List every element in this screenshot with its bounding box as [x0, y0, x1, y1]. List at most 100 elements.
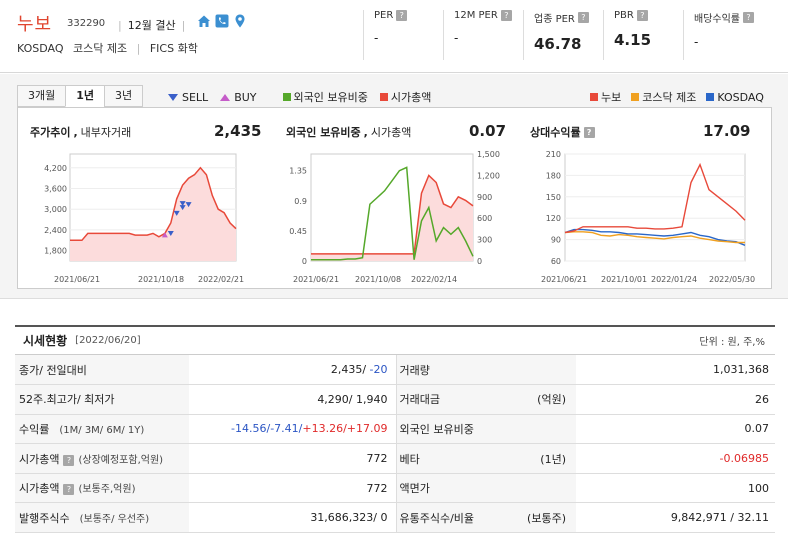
metric-value: - [454, 31, 459, 45]
stock-code: 332290 [67, 18, 106, 29]
sector-label: 코스닥 제조 [73, 42, 128, 55]
row-label: 52주.최고가/ 최저가 [15, 384, 189, 415]
legend-swatch [706, 92, 715, 101]
stock-name: 누보 [17, 14, 53, 35]
row-label: 종가/ 전일대비 [15, 355, 189, 386]
x-tick-label: 2021/10/01 [601, 275, 647, 284]
legend-foreign: 외국인 보유비중 [282, 89, 368, 105]
legend-nubo: 누보 [590, 89, 621, 105]
help-icon[interactable]: ? [63, 484, 75, 496]
x-tick-label: 2022/05/30 [709, 275, 755, 284]
metric-12m-per: 12M PER? - [443, 10, 523, 60]
tab-3y[interactable]: 3년 [104, 85, 144, 107]
row-value-2: 0.07 [576, 414, 775, 445]
plot-frame [564, 153, 746, 262]
y-tick-label: 2,400 [44, 226, 67, 235]
y-tick-label-left: 1.35 [289, 167, 307, 176]
legend-kosdaq-mfg: 코스닥 제조 [631, 89, 696, 105]
location-pin-icon[interactable] [233, 14, 247, 28]
row-value-2: 26 [576, 384, 775, 415]
chart-cards: 주가추이, 내부자거래 2,435 4,200 3,600 3,000 2,400 1,8… [17, 107, 772, 289]
legend-cap: 시가총액 [379, 89, 431, 105]
row-value: 772 [189, 443, 397, 474]
y-tick-label: 210 [546, 150, 561, 159]
help-icon[interactable]: ? [743, 12, 754, 23]
row-label: 수익률 (1M/ 3M/ 6M/ 1Y) [15, 414, 189, 445]
legend-kosdaq: KOSDAQ [706, 91, 764, 104]
row-value: -14.56/-7.41/+13.26/+17.09 [189, 414, 397, 445]
legend-swatch [379, 93, 388, 101]
tab-3m[interactable]: 3개월 [17, 85, 67, 107]
y-tick-label-left: 0.9 [294, 197, 307, 206]
buy-marker-icon [220, 93, 231, 101]
period-tabs: 3개월 1년 3년 [17, 85, 144, 107]
foreign-chart-value: 0.07 [469, 122, 507, 140]
y-tick-label-right: 300 [477, 236, 492, 245]
relative-return-value: 17.09 [703, 122, 751, 140]
x-tick-label: 2021/06/21 [541, 275, 587, 284]
row-value: 772 [189, 473, 397, 504]
price-area [70, 167, 236, 261]
market-cap-area [311, 175, 473, 261]
price-chart: 4,200 3,600 3,000 2,400 1,800 2021/06/21 2021/… [44, 153, 244, 284]
home-icon[interactable] [197, 14, 211, 28]
help-icon[interactable]: ? [583, 126, 595, 138]
stock-header: 누보 332290 | 12월 결산 | KOSDAQ 코스닥 제조 | FICS … [0, 0, 788, 73]
metric-value: - [694, 35, 699, 49]
y-tick-label-right: 1,500 [477, 150, 500, 159]
metric-value: 4.15 [614, 31, 652, 49]
y-tick-label: 90 [551, 236, 561, 245]
y-tick-label-right: 1,200 [477, 171, 500, 180]
foreign-chart: 1.35 0.9 0.45 0 1,500 1,200 900 600 300 0 2021/06/… [289, 150, 500, 284]
y-tick-label-right: 900 [477, 193, 492, 202]
help-icon[interactable]: ? [500, 10, 512, 21]
metric-per: PER? - [363, 10, 443, 60]
x-tick-label: 2021/10/18 [138, 275, 184, 284]
legend-swatch [282, 93, 291, 101]
metric-sector-per: 업종 PER? 46.78 [523, 10, 603, 60]
table-title: 시세현황 [23, 334, 68, 348]
legend-swatch [590, 93, 598, 101]
price-chart-title: 주가추이, 내부자거래 [30, 125, 132, 140]
stock-classification: KOSDAQ 코스닥 제조 | FICS 화학 [17, 42, 198, 55]
market-label: KOSDAQ [17, 42, 64, 55]
x-tick-label: 2021/06/21 [293, 275, 339, 284]
help-icon[interactable]: ? [396, 10, 408, 21]
table-row: 종가/ 전일대비 2,435/ -20 거래량 1,031,368 [15, 355, 775, 386]
table-unit: 단위 : 원, 주,% [699, 337, 765, 348]
row-value: 4,290/ 1,940 [189, 384, 397, 415]
legend-swatch [631, 93, 640, 101]
y-tick-label: 3,000 [44, 205, 67, 214]
row-value-2: 1,031,368 [576, 355, 775, 386]
sell-marker-icon [168, 93, 178, 101]
y-tick-label: 3,600 [44, 185, 67, 194]
row-value-2: -0.06985 [576, 443, 775, 474]
help-icon[interactable]: ? [636, 10, 648, 21]
table-row: 시가총액? (상장예정포함,억원) 772 베타 (1년) -0.06985 [15, 443, 775, 474]
header-icon-group [197, 14, 247, 28]
chart-legend-right: 누보 코스닥 제조 KOSDAQ [590, 89, 764, 105]
y-tick-label-left: 0.45 [289, 227, 307, 236]
row-label-2: 거래대금 (억원) [396, 384, 576, 415]
legend-sell: SELL [168, 91, 208, 104]
help-icon[interactable]: ? [577, 12, 589, 23]
y-tick-label: 4,200 [44, 164, 67, 173]
series-line-0 [564, 162, 746, 234]
metric-dividend-yield: 배당수익률? - [683, 10, 763, 60]
foreign-chart-title: 외국인 보유비중, 시가총액 [286, 125, 412, 140]
relative-return-chart: 210 180 150 120 90 60 2021/06/21 2021/10/01 2022… [541, 150, 755, 284]
y-tick-label: 120 [546, 214, 561, 223]
market-status-table: 시세현황 [2022/06/20] 단위 : 원, 주,% 종가/ 전일대비 2,… [15, 325, 775, 534]
row-label: 시가총액? (상장예정포함,억원) [15, 443, 189, 474]
legend-buy: BUY [220, 91, 257, 104]
help-icon[interactable]: ? [63, 454, 75, 466]
row-label-2: 유통주식수/비율 (보통주) [396, 502, 576, 534]
row-label: 발행주식수 (보통주/ 우선주) [15, 502, 189, 534]
table-row: 52주.최고가/ 최저가 4,290/ 1,940 거래대금 (억원) 26 [15, 384, 775, 415]
row-label: 시가총액? (보통주,억원) [15, 473, 189, 504]
row-label-2: 외국인 보유비중 [396, 414, 576, 445]
phone-icon[interactable] [215, 14, 229, 28]
tab-1y[interactable]: 1년 [65, 85, 106, 107]
row-value: 31,686,323/ 0 [189, 502, 397, 534]
row-label-2: 액면가 [396, 473, 576, 504]
